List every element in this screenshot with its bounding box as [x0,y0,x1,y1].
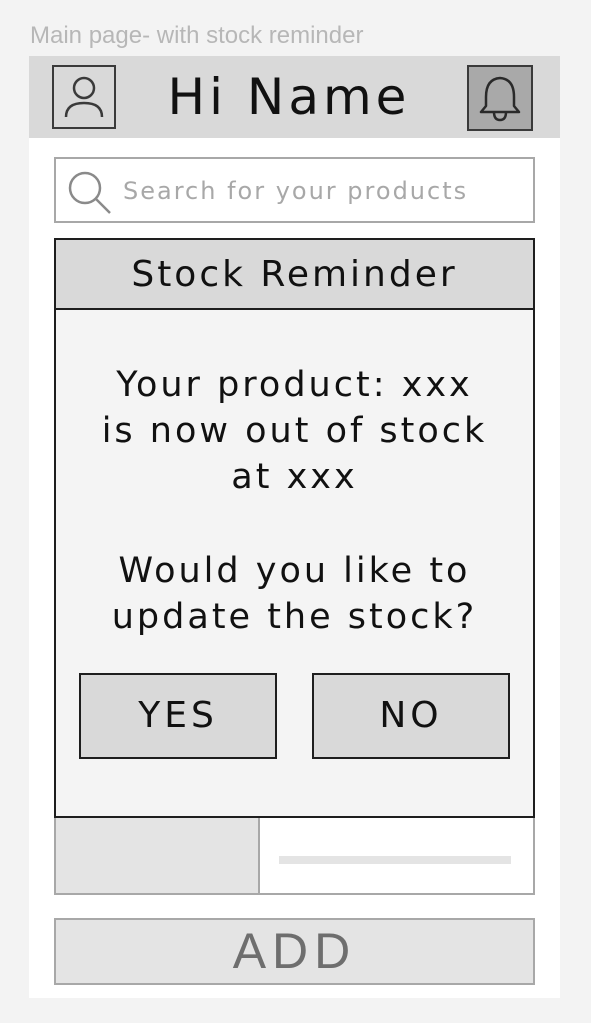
phone-screen: Hi Name Stock Reminder Your product: xxx… [29,56,560,998]
yes-button[interactable]: YES [79,673,277,759]
search-icon [68,171,111,214]
notification-button[interactable] [467,65,533,131]
user-icon [64,76,104,118]
product-card[interactable] [54,818,535,895]
no-button[interactable]: NO [312,673,510,759]
question-line: Would you like to [118,551,471,591]
dialog-header: Stock Reminder [56,240,533,310]
product-thumbnail [56,818,260,893]
bell-icon [479,76,521,122]
product-text-placeholder [279,856,511,864]
search-input[interactable] [123,175,523,207]
stock-reminder-dialog: Stock Reminder Your product: xxx is now … [54,238,535,818]
stock-message: Your product: xxx is now out of stock at… [56,362,533,500]
search-bar[interactable] [54,157,535,223]
frame-label: Main page- with stock reminder [30,22,364,49]
message-line: is now out of stock [101,411,488,451]
profile-button[interactable] [52,65,116,129]
update-question: Would you like to update the stock? [56,548,533,640]
dialog-title: Stock Reminder [131,254,458,295]
greeting-title: Hi Name [167,68,411,126]
message-line: Your product: xxx [116,365,473,405]
add-button[interactable]: ADD [54,918,535,985]
message-line: at xxx [231,457,358,497]
app-header: Hi Name [29,56,560,138]
question-line: update the stock? [111,597,478,637]
